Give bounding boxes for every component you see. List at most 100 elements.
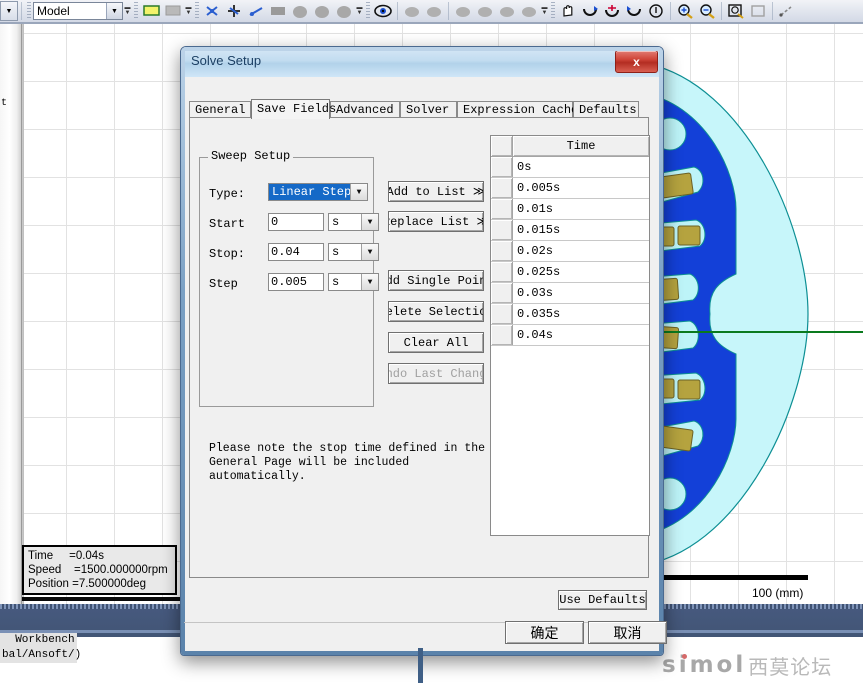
start-label: Start	[209, 217, 246, 231]
plane-icon[interactable]	[141, 2, 161, 20]
select-all-header-cell[interactable]	[491, 136, 513, 156]
row-select-cell[interactable]	[491, 241, 513, 261]
fit-all-icon[interactable]	[726, 2, 746, 20]
row-time-value: 0.02s	[513, 241, 649, 261]
start-unit-value: s	[332, 215, 340, 229]
sheet-icon[interactable]	[163, 2, 183, 20]
watermark-brand-cn: 西莫论坛	[748, 656, 833, 679]
move-free-icon[interactable]	[224, 2, 244, 20]
stop-label: Stop:	[209, 247, 246, 261]
row-time-value: 0.03s	[513, 283, 649, 303]
table-row[interactable]: 0s	[491, 157, 649, 178]
dropdown-arrow-icon[interactable]: ▼	[0, 1, 18, 21]
spinner-icon[interactable]: ▬ ▼	[355, 2, 364, 20]
chevron-down-icon: ▼	[361, 244, 378, 260]
info-position: Position =7.500000deg	[28, 578, 146, 590]
ok-button[interactable]: 确定	[505, 621, 584, 644]
stop-unit-combo[interactable]: s ▼	[328, 243, 379, 261]
visibility-a-icon[interactable]	[453, 2, 473, 20]
row-select-cell[interactable]	[491, 157, 513, 177]
move-xyz-icon[interactable]	[202, 2, 222, 20]
spinner-icon[interactable]: ▬ ▼	[184, 2, 193, 20]
toolbar-divider	[397, 2, 398, 20]
tab-defaults[interactable]: Defaults	[573, 101, 639, 118]
add-single-point-button[interactable]: Add Single Point	[388, 270, 484, 291]
time-list-table[interactable]: Time 0s 0.005s 0.01s 0.015s 0.02s 0.025s…	[490, 135, 650, 536]
table-row[interactable]: 0.03s	[491, 283, 649, 304]
tab-general[interactable]: General	[189, 101, 251, 118]
use-defaults-button[interactable]: Use Defaults	[558, 590, 647, 610]
row-select-cell[interactable]	[491, 220, 513, 240]
object-select-icon[interactable]	[290, 2, 310, 20]
dialog-titlebar[interactable]: Solve Setup x	[181, 47, 663, 78]
stop-unit-value: s	[332, 245, 340, 259]
row-select-cell[interactable]	[491, 304, 513, 324]
row-select-cell[interactable]	[491, 178, 513, 198]
pan-hand-icon[interactable]	[558, 2, 578, 20]
rotate-axis-icon[interactable]	[602, 2, 622, 20]
view-hide-icon[interactable]	[402, 2, 422, 20]
type-combo[interactable]: Linear Step ▼	[268, 183, 368, 201]
measure-icon[interactable]	[777, 2, 797, 20]
replace-list-button[interactable]: Replace List ≫	[388, 211, 484, 232]
rotate-view-icon[interactable]	[580, 2, 600, 20]
step-unit-value: s	[332, 275, 340, 289]
grip-handle[interactable]	[195, 2, 199, 20]
start-unit-combo[interactable]: s ▼	[328, 213, 379, 231]
model-combo[interactable]: Model ▼	[33, 2, 123, 20]
tab-save-fields[interactable]: Save Fields	[251, 99, 336, 119]
delete-selection-button[interactable]: Delete Selection	[388, 301, 484, 322]
stop-input[interactable]	[268, 243, 324, 261]
face-select-icon[interactable]	[268, 2, 288, 20]
table-row[interactable]: 0.015s	[491, 220, 649, 241]
eye-icon[interactable]	[373, 2, 393, 20]
view-show-icon[interactable]	[424, 2, 444, 20]
table-row[interactable]: 0.02s	[491, 241, 649, 262]
visibility-d-icon[interactable]	[519, 2, 539, 20]
clear-all-button[interactable]: Clear All	[388, 332, 484, 353]
zoom-in-icon[interactable]	[675, 2, 695, 20]
grip-handle[interactable]	[134, 2, 138, 20]
row-select-cell[interactable]	[491, 325, 513, 345]
rotate-z-icon[interactable]	[624, 2, 644, 20]
table-row[interactable]: 0.035s	[491, 304, 649, 325]
edge-select-icon[interactable]	[312, 2, 332, 20]
step-unit-combo[interactable]: s ▼	[328, 273, 379, 291]
tab-expression-cache[interactable]: Expression Cache	[457, 101, 578, 118]
dynamic-rotate-icon[interactable]	[646, 2, 666, 20]
table-row[interactable]: 0.01s	[491, 199, 649, 220]
model-combo-value: Model	[37, 4, 70, 18]
grip-handle[interactable]	[27, 2, 31, 20]
add-to-list-button[interactable]: Add to List ≫	[388, 181, 484, 202]
viewport-edge-label: t	[1, 98, 8, 109]
model-info-overlay: Time =0.04s Speed =1500.000000rpm Positi…	[22, 545, 177, 595]
tab-solver[interactable]: Solver	[400, 101, 457, 118]
start-input[interactable]	[268, 213, 324, 231]
vertex-select-icon[interactable]	[334, 2, 354, 20]
zoom-out-icon[interactable]	[697, 2, 717, 20]
fit-selection-icon[interactable]	[748, 2, 768, 20]
chevron-down-icon: ▼	[350, 184, 367, 200]
row-select-cell[interactable]	[491, 262, 513, 282]
spinner-icon[interactable]: ▬ ▼	[123, 2, 132, 20]
row-time-value: 0.01s	[513, 199, 649, 219]
visibility-b-icon[interactable]	[475, 2, 495, 20]
chevron-down-icon: ▼	[106, 3, 122, 19]
tab-advanced[interactable]: Advanced	[330, 101, 400, 118]
grip-handle[interactable]	[366, 2, 370, 20]
chevron-down-icon: ▼	[361, 214, 378, 230]
table-row[interactable]: 0.005s	[491, 178, 649, 199]
step-input[interactable]	[268, 273, 324, 291]
spinner-icon[interactable]: ▬ ▼	[540, 2, 549, 20]
save-fields-panel: Sweep Setup Type: Linear Step ▼ Start s …	[189, 117, 650, 578]
close-icon[interactable]: x	[615, 50, 658, 73]
visibility-c-icon[interactable]	[497, 2, 517, 20]
chevron-down-icon: ▼	[361, 274, 378, 290]
cancel-button[interactable]: 取消	[588, 621, 667, 644]
table-row[interactable]: 0.04s	[491, 325, 649, 346]
table-row[interactable]: 0.025s	[491, 262, 649, 283]
rotate-icon[interactable]	[246, 2, 266, 20]
row-select-cell[interactable]	[491, 283, 513, 303]
row-select-cell[interactable]	[491, 199, 513, 219]
grip-handle[interactable]	[551, 2, 555, 20]
